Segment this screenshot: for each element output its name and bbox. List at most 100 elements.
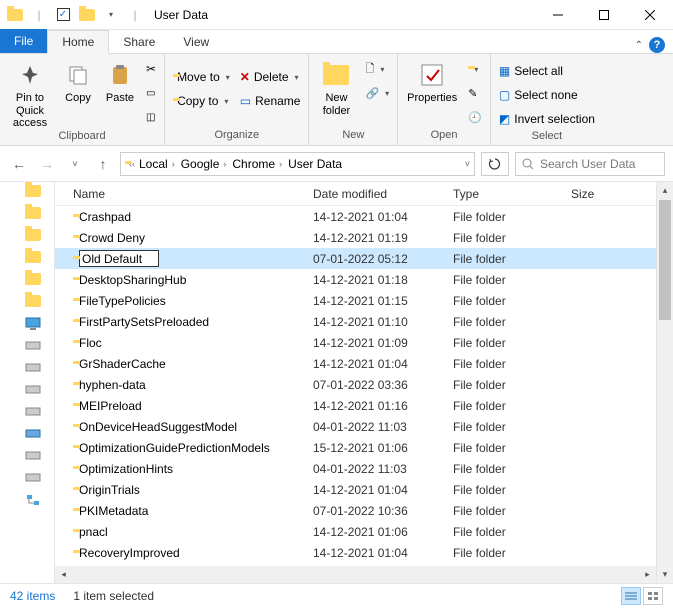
table-row[interactable]: FirstPartySetsPreloaded14-12-2021 01:10F… bbox=[55, 311, 656, 332]
folder-icon[interactable] bbox=[25, 295, 43, 309]
file-name: OriginTrials bbox=[79, 483, 140, 497]
table-row[interactable]: OptimizationGuidePredictionModels15-12-2… bbox=[55, 437, 656, 458]
tab-view[interactable]: View bbox=[169, 29, 223, 53]
tab-home[interactable]: Home bbox=[47, 30, 109, 54]
drive-icon[interactable] bbox=[25, 449, 43, 463]
properties-button[interactable]: Properties bbox=[402, 56, 462, 105]
up-button[interactable]: ↑ bbox=[92, 156, 114, 172]
properties-icon bbox=[417, 60, 447, 90]
table-row[interactable]: FileTypePolicies14-12-2021 01:15File fol… bbox=[55, 290, 656, 311]
cut-button[interactable]: ✂ bbox=[142, 58, 160, 80]
copy-button[interactable]: Copy bbox=[58, 56, 98, 105]
table-row[interactable]: Crashpad14-12-2021 01:04File folder bbox=[55, 206, 656, 227]
column-name[interactable]: Name bbox=[55, 187, 313, 201]
qat-separator: | bbox=[30, 6, 48, 24]
tab-share[interactable]: Share bbox=[109, 29, 169, 53]
pin-to-quick-access-button[interactable]: Pin to Quick access bbox=[4, 56, 56, 130]
tab-file[interactable]: File bbox=[0, 29, 47, 53]
vertical-scrollbar[interactable]: ▴ ▾ bbox=[656, 182, 673, 583]
paste-shortcut-button[interactable]: ◫ bbox=[142, 106, 160, 128]
details-view-button[interactable] bbox=[621, 587, 641, 605]
path-icon: ▭ bbox=[146, 88, 155, 99]
network-icon[interactable] bbox=[25, 493, 43, 507]
easy-access-button[interactable]: 🔗▾ bbox=[361, 82, 393, 104]
breadcrumb: Chrome› bbox=[232, 157, 284, 171]
file-type: File folder bbox=[453, 231, 571, 245]
horizontal-scrollbar[interactable]: ◂▸ bbox=[55, 566, 656, 583]
table-row[interactable]: OriginTrials14-12-2021 01:04File folder bbox=[55, 479, 656, 500]
rename-input[interactable]: Old Default bbox=[79, 250, 159, 267]
table-row[interactable]: RecoveryImproved14-12-2021 01:04File fol… bbox=[55, 542, 656, 563]
address-bar[interactable]: ‹‹ Local› Google› Chrome› User Data ˅ bbox=[120, 152, 475, 176]
open-button[interactable]: ▾ bbox=[464, 58, 486, 80]
table-row[interactable]: Crowd Deny14-12-2021 01:19File folder bbox=[55, 227, 656, 248]
search-input[interactable]: Search User Data bbox=[515, 152, 665, 176]
table-row[interactable]: MEIPreload14-12-2021 01:16File folder bbox=[55, 395, 656, 416]
navigation-pane[interactable] bbox=[0, 182, 55, 583]
folder-icon[interactable] bbox=[25, 229, 43, 243]
ribbon-group-select: ▦Select all ▢Select none ◩Invert selecti… bbox=[491, 54, 603, 145]
drive-icon[interactable] bbox=[25, 339, 43, 353]
file-date: 07-01-2022 03:36 bbox=[313, 378, 453, 392]
file-type: File folder bbox=[453, 546, 571, 560]
edit-icon: ✎ bbox=[468, 87, 477, 100]
table-row[interactable]: pnacl14-12-2021 01:06File folder bbox=[55, 521, 656, 542]
paste-button[interactable]: Paste bbox=[100, 56, 140, 105]
forward-button[interactable]: → bbox=[36, 156, 58, 172]
select-none-icon: ▢ bbox=[499, 88, 510, 102]
file-name: hyphen-data bbox=[79, 378, 146, 392]
column-type[interactable]: Type bbox=[453, 187, 571, 201]
folder-icon[interactable] bbox=[25, 185, 43, 199]
move-to-button[interactable]: Move to▾ bbox=[169, 66, 234, 88]
select-all-button[interactable]: ▦Select all bbox=[495, 60, 599, 82]
copy-to-button[interactable]: Copy to▾ bbox=[169, 90, 234, 112]
rename-button[interactable]: ▭Rename bbox=[236, 90, 305, 112]
new-folder-button[interactable]: New folder bbox=[313, 56, 359, 117]
folder-icon[interactable] bbox=[25, 251, 43, 265]
table-row[interactable]: OptimizationHints04-01-2022 11:03File fo… bbox=[55, 458, 656, 479]
close-button[interactable] bbox=[627, 0, 673, 30]
drive-icon[interactable] bbox=[25, 361, 43, 375]
history-button[interactable]: 🕘 bbox=[464, 106, 486, 128]
column-date[interactable]: Date modified bbox=[313, 187, 453, 201]
back-button[interactable]: ← bbox=[8, 156, 30, 172]
rename-icon: ▭ bbox=[240, 94, 251, 108]
select-none-button[interactable]: ▢Select none bbox=[495, 84, 599, 106]
column-size[interactable]: Size bbox=[571, 187, 656, 201]
file-rows[interactable]: Crashpad14-12-2021 01:04File folderCrowd… bbox=[55, 206, 656, 566]
copy-path-button[interactable]: ▭ bbox=[142, 82, 160, 104]
folder-icon[interactable] bbox=[25, 273, 43, 287]
new-item-button[interactable]: 🗋▾ bbox=[361, 58, 393, 80]
file-type: File folder bbox=[453, 483, 571, 497]
maximize-button[interactable] bbox=[581, 0, 627, 30]
help-icon[interactable]: ? bbox=[649, 37, 665, 53]
collapse-ribbon-icon[interactable]: ⌃ bbox=[635, 40, 643, 51]
drive-icon[interactable] bbox=[25, 405, 43, 419]
file-type: File folder bbox=[453, 504, 571, 518]
file-date: 14-12-2021 01:10 bbox=[313, 315, 453, 329]
table-row[interactable]: OnDeviceHeadSuggestModel04-01-2022 11:03… bbox=[55, 416, 656, 437]
table-row[interactable]: Old Default07-01-2022 05:12File folder bbox=[55, 248, 656, 269]
refresh-button[interactable] bbox=[481, 152, 509, 176]
this-pc-icon[interactable] bbox=[25, 317, 43, 331]
qat-checkbox[interactable]: ✓ bbox=[54, 6, 72, 24]
drive-icon[interactable] bbox=[25, 383, 43, 397]
delete-button[interactable]: ✕Delete▾ bbox=[236, 66, 305, 88]
table-row[interactable]: hyphen-data07-01-2022 03:36File folder bbox=[55, 374, 656, 395]
status-bar: 42 items 1 item selected bbox=[0, 584, 673, 608]
table-row[interactable]: Floc14-12-2021 01:09File folder bbox=[55, 332, 656, 353]
large-icons-view-button[interactable] bbox=[643, 587, 663, 605]
table-row[interactable]: DesktopSharingHub14-12-2021 01:18File fo… bbox=[55, 269, 656, 290]
edit-button[interactable]: ✎ bbox=[464, 82, 486, 104]
folder-icon[interactable] bbox=[25, 207, 43, 221]
minimize-button[interactable] bbox=[535, 0, 581, 30]
file-type: File folder bbox=[453, 315, 571, 329]
table-row[interactable]: PKIMetadata07-01-2022 10:36File folder bbox=[55, 500, 656, 521]
table-row[interactable]: GrShaderCache14-12-2021 01:04File folder bbox=[55, 353, 656, 374]
drive-icon[interactable] bbox=[25, 427, 43, 441]
recent-dropdown[interactable]: ˅ bbox=[64, 159, 86, 169]
invert-selection-button[interactable]: ◩Invert selection bbox=[495, 108, 599, 130]
qat-dropdown[interactable]: ▾ bbox=[102, 6, 120, 24]
address-dropdown[interactable]: ˅ bbox=[465, 159, 470, 169]
drive-icon[interactable] bbox=[25, 471, 43, 485]
